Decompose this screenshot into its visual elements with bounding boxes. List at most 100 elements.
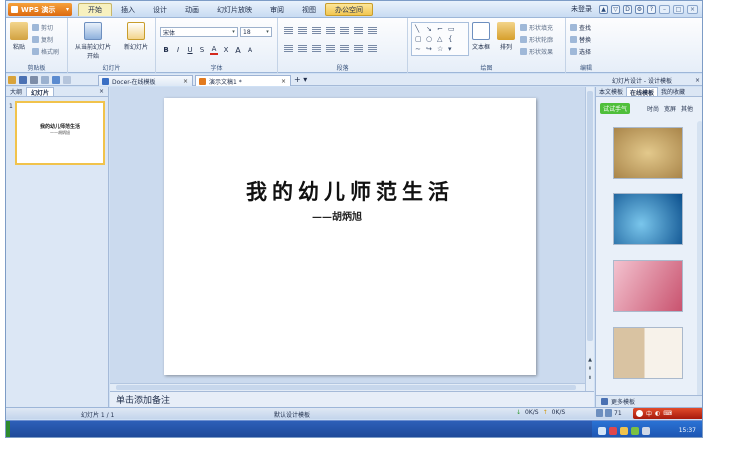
align-left-icon[interactable]	[284, 45, 293, 53]
tray-network-icon[interactable]	[631, 426, 639, 435]
template-scrollbar[interactable]	[697, 121, 702, 397]
find-button[interactable]: 查找	[570, 23, 591, 32]
template-thumb-blue[interactable]	[613, 193, 683, 245]
taskbar-clock[interactable]: 15:37	[679, 427, 696, 434]
new-slide-button[interactable]: 新幻灯片	[120, 22, 152, 51]
minimize-button[interactable]: –	[659, 4, 670, 14]
replace-button[interactable]: 替换	[570, 35, 591, 44]
preview-icon[interactable]	[41, 76, 49, 84]
maximize-button[interactable]: □	[673, 4, 684, 14]
rect-shape-icon[interactable]: ▭	[448, 25, 455, 33]
grow-font-button[interactable]: A	[234, 46, 242, 55]
line-shape-icon[interactable]: ╲	[415, 25, 419, 33]
tray-app-icon[interactable]	[598, 426, 606, 435]
tray-volume-icon[interactable]	[642, 426, 650, 435]
close-icon[interactable]: ×	[695, 77, 700, 84]
tab-slides[interactable]: 幻灯片	[26, 87, 55, 97]
close-icon[interactable]: ×	[281, 78, 286, 85]
text-direction-icon[interactable]	[340, 27, 349, 35]
template-thumb-portrait[interactable]	[613, 327, 683, 379]
textbox-button[interactable]: 文本框	[472, 22, 490, 51]
font-size-select[interactable]: 18 ▾	[240, 27, 272, 37]
skin-icon[interactable]: ▲	[599, 4, 608, 14]
login-link[interactable]: 未登录	[571, 4, 592, 14]
font-name-select[interactable]: 宋体 ▾	[160, 27, 238, 37]
font-color-button[interactable]: A	[210, 45, 218, 55]
close-icon[interactable]: ×	[99, 88, 104, 95]
menu-review[interactable]: 审阅	[261, 3, 293, 16]
align-right-icon[interactable]	[312, 45, 321, 53]
horizontal-scroll-thumb[interactable]	[116, 385, 576, 390]
italic-button[interactable]: I	[174, 46, 182, 54]
close-button[interactable]: ×	[687, 4, 698, 14]
sorter-view-icon[interactable]	[605, 409, 612, 417]
menu-slideshow[interactable]: 幻灯片放映	[208, 3, 261, 16]
feedback-icon[interactable]: ▽	[611, 4, 620, 14]
decrease-indent-icon[interactable]	[312, 27, 321, 35]
tab-docer-templates[interactable]: Docer-在线模板 ×	[98, 75, 193, 86]
bold-button[interactable]: B	[162, 46, 170, 54]
new-tab-plus-icon[interactable]: + ▾	[294, 75, 307, 84]
settings-icon[interactable]: ⚙	[635, 4, 644, 14]
shrink-font-button[interactable]: A	[246, 47, 254, 54]
columns-icon[interactable]	[368, 27, 377, 35]
start-button[interactable]	[6, 421, 10, 437]
filter-other[interactable]: 其他	[681, 104, 693, 113]
more-shapes-icon[interactable]: ▾	[448, 45, 452, 53]
tab-my-favorites[interactable]: 我的收藏	[658, 87, 688, 96]
horizontal-scrollbar[interactable]	[110, 383, 585, 391]
menu-office-space[interactable]: 办公空间	[325, 3, 373, 16]
vertical-scrollbar[interactable]: ▲ ⇞ ⇟	[585, 87, 594, 391]
more-templates-link[interactable]: 更多模板	[596, 395, 702, 407]
menu-design[interactable]: 设计	[144, 3, 176, 16]
zoom-level[interactable]: 71	[614, 410, 622, 417]
notes-pane[interactable]: 单击添加备注	[110, 391, 594, 407]
menu-home[interactable]: 开始	[78, 3, 112, 16]
shape-fill-button[interactable]: 形状填充	[520, 23, 553, 32]
undo-icon[interactable]	[52, 76, 60, 84]
next-slide-icon[interactable]: ⇟	[586, 375, 594, 381]
align-center-icon[interactable]	[298, 45, 307, 53]
paragraph-settings-icon[interactable]	[368, 45, 377, 53]
save-icon[interactable]	[19, 76, 27, 84]
filter-widescreen[interactable]: 宽屏	[664, 104, 676, 113]
curve-shape-icon[interactable]: ∼	[415, 45, 421, 53]
slide-thumbnail[interactable]: 我的幼儿师范生活 ——胡炳旭	[15, 101, 105, 165]
play-from-current-button[interactable]: 从当前幻灯片开始	[72, 22, 114, 60]
menu-insert[interactable]: 插入	[112, 3, 144, 16]
scroll-up-icon[interactable]: ▲	[586, 357, 594, 363]
line-spacing-icon[interactable]	[354, 27, 363, 35]
tab-outline[interactable]: 大纲	[6, 87, 26, 96]
try-luck-button[interactable]: 试试手气	[600, 103, 631, 114]
close-icon[interactable]: ×	[183, 78, 188, 85]
rounded-rect-shape-icon[interactable]: ▢	[415, 35, 422, 43]
justify-icon[interactable]	[326, 45, 335, 53]
menu-view[interactable]: 视图	[293, 3, 325, 16]
tab-presentation-1[interactable]: 演示文稿1 * ×	[195, 75, 291, 86]
copy-button[interactable]: 复制	[32, 35, 53, 44]
tray-antivirus-icon[interactable]	[609, 426, 617, 435]
brace-shape-icon[interactable]: {	[448, 35, 452, 43]
docer-icon[interactable]: D	[623, 4, 632, 14]
normal-view-icon[interactable]	[596, 409, 603, 417]
triangle-shape-icon[interactable]: △	[437, 35, 442, 43]
vertical-align-icon[interactable]	[354, 45, 363, 53]
tray-chat-icon[interactable]	[620, 426, 628, 435]
template-thumb-wood[interactable]	[613, 127, 683, 179]
underline-button[interactable]: U	[186, 46, 194, 54]
select-button[interactable]: 选择	[570, 47, 591, 56]
bullet-list-icon[interactable]	[284, 27, 293, 35]
slide-canvas[interactable]: 我的幼儿师范生活 ——胡炳旭	[164, 98, 536, 375]
help-icon[interactable]: ?	[647, 4, 656, 14]
slide-title[interactable]: 我的幼儿师范生活	[164, 176, 536, 206]
arrow-shape-icon[interactable]: ↘	[426, 25, 432, 33]
tab-local-templates[interactable]: 本文模板	[596, 87, 626, 96]
redo-icon[interactable]	[63, 76, 71, 84]
print-icon[interactable]	[30, 76, 38, 84]
format-painter-button[interactable]: 格式刷	[32, 47, 59, 56]
input-method-bar[interactable]: 中 ◐ ⌨	[633, 408, 702, 419]
cut-button[interactable]: 剪切	[32, 23, 53, 32]
vertical-scroll-thumb[interactable]	[587, 91, 593, 341]
prev-slide-icon[interactable]: ⇞	[586, 366, 594, 372]
shapes-gallery[interactable]: ╲ ↘ ⌐ ▭ ▢ ○ △ { ∼ ↪ ☆ ▾	[411, 22, 469, 56]
